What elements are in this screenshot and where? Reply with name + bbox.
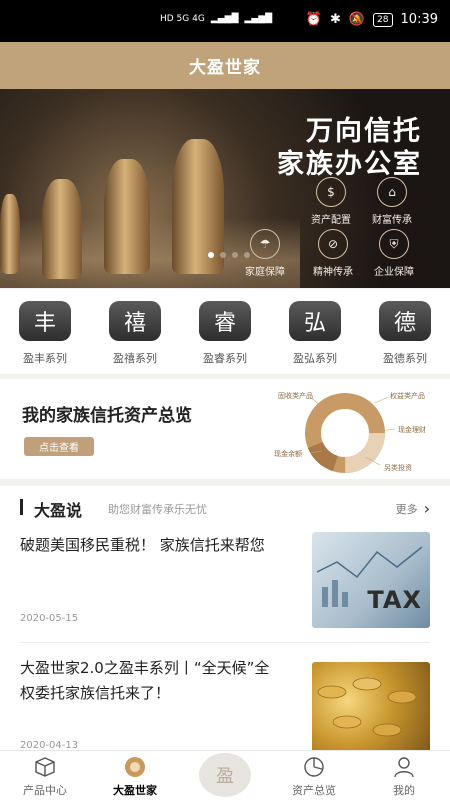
shield-icon: ⛨ — [379, 229, 409, 259]
series-icon: 睿 — [199, 301, 251, 341]
series-yingrui[interactable]: 睿 盈睿系列 — [190, 301, 260, 366]
center-logo-button[interactable]: 盈 — [199, 753, 251, 797]
chart-label: 现金理财 — [398, 426, 426, 434]
chart-label: 另类投资 — [384, 464, 412, 472]
series-label: 盈睿系列 — [203, 352, 247, 365]
divider — [20, 642, 430, 643]
pagination-dot[interactable] — [208, 252, 214, 258]
series-icon: 德 — [379, 301, 431, 341]
feature-label: 精神传承 — [313, 267, 353, 278]
feature-label: 家庭保障 — [245, 267, 285, 278]
banner-title: 万向信托 家族办公室 — [277, 115, 422, 181]
series-label: 盈德系列 — [383, 352, 427, 365]
article-thumbnail: TAX — [312, 532, 430, 628]
bottom-tab-bar: 产品中心 大盈世家 盈 资产总览 我的 — [0, 750, 450, 800]
chart-label: 现金余额 — [274, 450, 302, 458]
series-icon: 丰 — [19, 301, 71, 341]
news-section-header: 大盈说 助您财富传承乐无忧 更多 › — [0, 486, 450, 528]
tab-asset-overview[interactable]: 资产总览 — [274, 755, 354, 798]
article-thumbnail — [312, 662, 430, 750]
bluetooth-icon: ✱ — [329, 12, 341, 27]
section-title: 大盈说 — [34, 501, 83, 520]
alarm-icon: ⏰ — [305, 12, 322, 27]
series-label: 盈禧系列 — [113, 352, 157, 365]
battery-indicator: 28 — [373, 12, 393, 27]
series-yinghong[interactable]: 弘 盈弘系列 — [280, 301, 350, 366]
promo-banner[interactable]: 万向信托 家族办公室 $ 资产配置 ⌂ 财富传承 ☂ 家庭保障 ⊘ 精神传承 ⛨… — [0, 89, 450, 288]
tab-label: 大盈世家 — [113, 784, 157, 797]
chevron-right-icon: › — [423, 499, 430, 518]
tab-dayingshijia[interactable]: 大盈世家 — [95, 755, 175, 798]
umbrella-icon: ☂ — [250, 229, 280, 259]
section-subtitle: 助您财富传承乐无忧 — [108, 503, 207, 516]
clock: 10:39 — [400, 12, 438, 27]
series-icon: 弘 — [289, 301, 341, 341]
status-right: ⏰ ✱ 🔕 28 10:39 — [306, 12, 438, 27]
feature-label: 资产配置 — [311, 215, 351, 226]
tab-product-center[interactable]: 产品中心 — [5, 755, 85, 798]
series-icon: 禧 — [109, 301, 161, 341]
more-link[interactable]: 更多 › — [396, 499, 430, 518]
series-yingde[interactable]: 德 盈德系列 — [370, 301, 440, 366]
series-label: 盈丰系列 — [23, 352, 67, 365]
pagination-dot[interactable] — [220, 252, 226, 258]
feature-label: 企业保障 — [374, 267, 414, 278]
pagination-dot[interactable] — [232, 252, 238, 258]
overview-title: 我的家族信托资产总览 — [22, 406, 192, 426]
chart-label: 权益类产品 — [390, 392, 425, 400]
series-yingfeng[interactable]: 丰 盈丰系列 — [10, 301, 80, 366]
series-label: 盈弘系列 — [293, 352, 337, 365]
article-date: 2020-04-13 — [20, 740, 79, 750]
news-list: 破题美国移民重税！ 家族信托来帮您 2020-05-15 TAX 大盈世家2.0… — [0, 528, 450, 750]
tab-label: 资产总览 — [292, 784, 336, 797]
asset-overview-card[interactable]: 我的家族信托资产总览 点击查看 固收类产品 权益类产品 现金理财 另类投资 现金… — [0, 379, 450, 479]
feature-spirit-inheritance: ⊘ 精神传承 — [298, 229, 368, 278]
page-title: 大盈世家 — [189, 58, 261, 78]
feature-asset-allocation: $ 资产配置 — [296, 177, 366, 226]
article-title: 破题美国移民重税！ 家族信托来帮您 — [20, 536, 265, 554]
view-button[interactable]: 点击查看 — [24, 437, 94, 456]
chess-piece-decoration — [104, 159, 150, 274]
asset-donut-illustration: 固收类产品 权益类产品 现金理财 另类投资 现金余额 — [250, 385, 440, 475]
gold-coins-graphic — [317, 677, 417, 737]
tab-label: 产品中心 — [23, 784, 67, 797]
tab-mine[interactable]: 我的 — [364, 755, 444, 798]
product-series-row: 丰 盈丰系列 禧 盈禧系列 睿 盈睿系列 弘 盈弘系列 德 盈德系列 — [0, 289, 450, 374]
pie-icon — [304, 757, 324, 777]
user-icon — [394, 757, 414, 778]
series-yingxi[interactable]: 禧 盈禧系列 — [100, 301, 170, 366]
signal-icon-2: ▂▄▆█ — [244, 14, 273, 24]
chess-piece-decoration — [42, 179, 82, 279]
section-accent-bar — [20, 499, 23, 515]
banner-title-line1: 万向信托 — [306, 116, 422, 147]
center-logo-icon: 盈 — [216, 766, 234, 787]
tab-label: 我的 — [393, 784, 415, 797]
article-title: 大盈世家2.0之盈丰系列丨“全天候”全权委托家族信托来了！ — [20, 659, 270, 702]
chart-label: 固收类产品 — [278, 392, 313, 400]
bank-icon: ⌂ — [377, 177, 407, 207]
thumb-text: TAX — [367, 586, 422, 614]
mute-icon: 🔕 — [348, 12, 366, 27]
gold-coin-icon — [125, 757, 145, 777]
coins-icon: $ — [316, 177, 346, 207]
chess-piece-decoration — [0, 194, 20, 274]
signal-icon: ▂▄▆█ — [210, 14, 239, 24]
status-bar: HD 5G 4G ▂▄▆█ ▂▄▆█ ⏰ ✱ 🔕 28 10:39 — [0, 0, 450, 42]
box-icon — [35, 757, 55, 777]
more-label: 更多 — [395, 502, 418, 516]
network-indicators: HD 5G 4G ▂▄▆█ ▂▄▆█ — [160, 14, 272, 24]
banner-pagination — [208, 252, 250, 258]
feature-enterprise-protection: ⛨ 企业保障 — [359, 229, 429, 278]
link-icon: ⊘ — [318, 229, 348, 259]
app-header: 大盈世家 — [0, 42, 450, 89]
feature-label: 财富传承 — [372, 215, 412, 226]
article-date: 2020-05-15 — [20, 613, 79, 624]
pagination-dot[interactable] — [244, 252, 250, 258]
feature-wealth-inheritance: ⌂ 财富传承 — [357, 177, 427, 226]
network-label: HD 5G 4G — [160, 14, 205, 24]
